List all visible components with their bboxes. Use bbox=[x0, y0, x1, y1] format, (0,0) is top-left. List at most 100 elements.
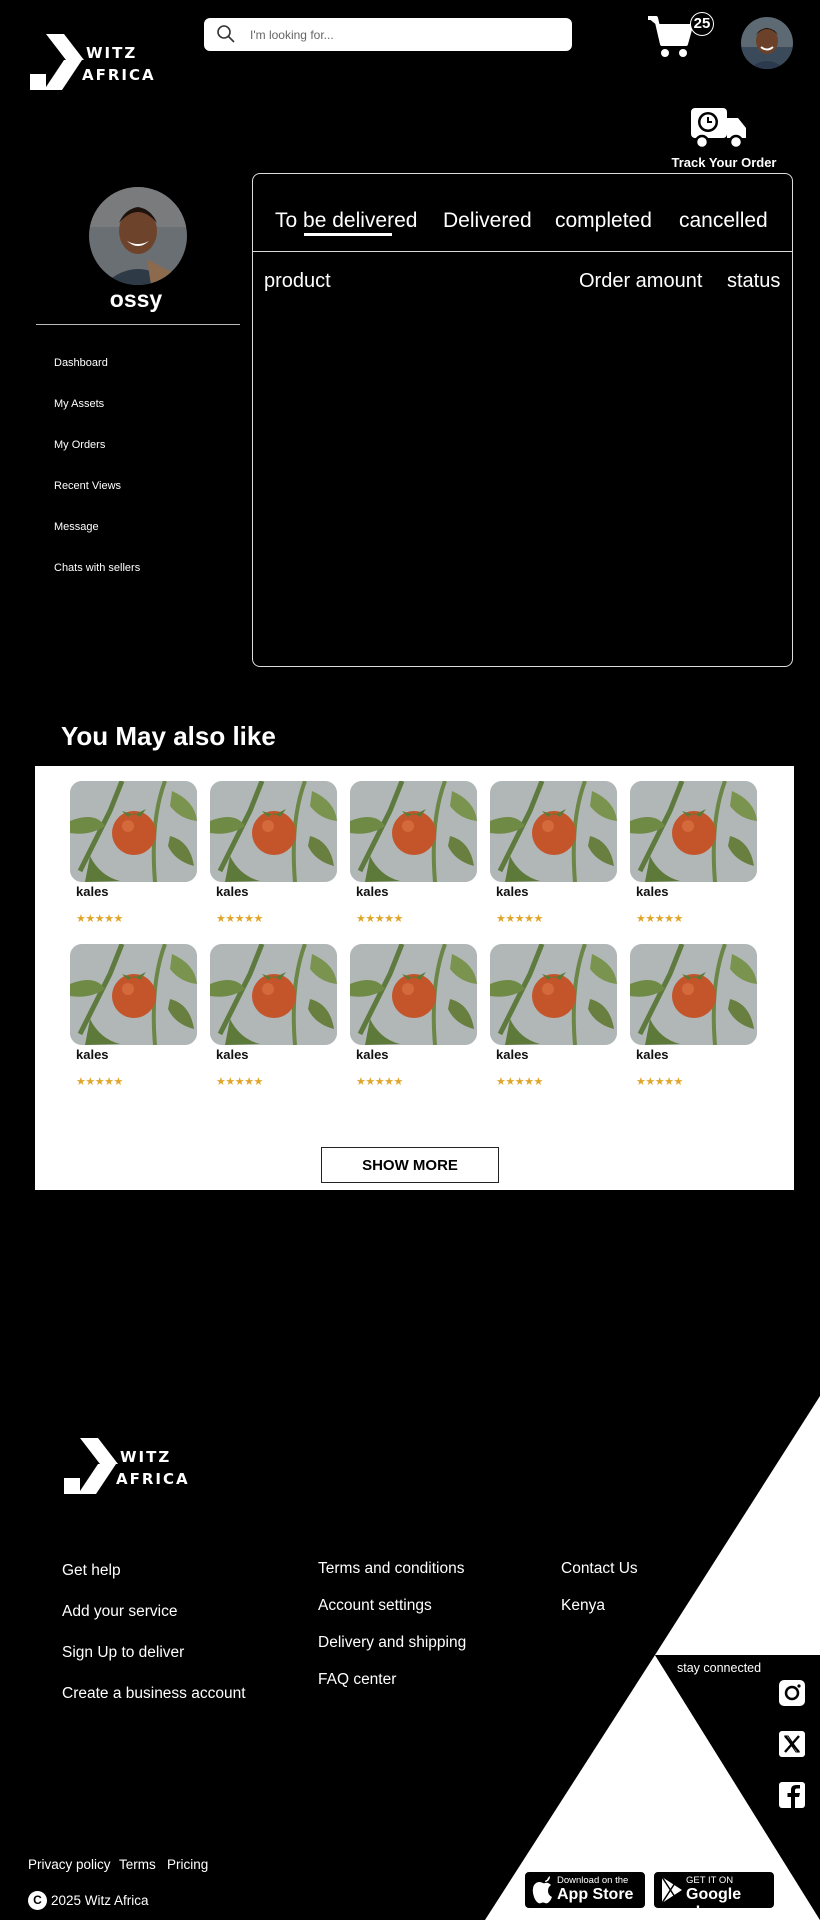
product-card[interactable]: kales ★★★★★ bbox=[70, 944, 197, 1094]
copyright-text: 2025 Witz Africa bbox=[51, 1893, 149, 1908]
product-image[interactable] bbox=[210, 781, 337, 882]
product-card[interactable]: kales ★★★★★ bbox=[490, 944, 617, 1094]
google-play-small-text: GET IT ON bbox=[686, 1875, 734, 1886]
sidebar-item-chats-with-sellers[interactable]: Chats with sellers bbox=[54, 562, 140, 574]
product-name[interactable]: kales bbox=[636, 884, 669, 899]
tab-delivered[interactable]: Delivered bbox=[443, 209, 532, 233]
product-name[interactable]: kales bbox=[496, 884, 529, 899]
rating-stars-icon: ★★★★★ bbox=[76, 913, 123, 925]
brand-name-top: WITZ bbox=[120, 1448, 172, 1466]
google-play-button[interactable]: GET IT ON Google play bbox=[653, 1871, 775, 1920]
product-image[interactable] bbox=[350, 944, 477, 1045]
tab-cancelled[interactable]: cancelled bbox=[679, 209, 768, 233]
user-avatar[interactable] bbox=[741, 17, 793, 69]
x-icon[interactable] bbox=[778, 1730, 806, 1758]
product-name[interactable]: kales bbox=[496, 1047, 529, 1062]
product-image[interactable] bbox=[70, 944, 197, 1045]
instagram-icon[interactable] bbox=[778, 1679, 806, 1707]
search-input[interactable] bbox=[250, 18, 560, 51]
tab-completed[interactable]: completed bbox=[555, 209, 652, 233]
avatar-photo bbox=[741, 17, 793, 69]
apple-icon bbox=[532, 1876, 552, 1904]
brand-name-bottom: AFRICA bbox=[82, 66, 156, 84]
copyright: C 2025 Witz Africa bbox=[28, 1891, 149, 1910]
product-name[interactable]: kales bbox=[76, 1047, 109, 1062]
orders-panel: To be delivered Delivered completed canc… bbox=[252, 173, 793, 667]
facebook-icon[interactable] bbox=[778, 1781, 806, 1809]
rating-stars-icon: ★★★★★ bbox=[636, 913, 683, 925]
sidebar-item-message[interactable]: Message bbox=[54, 521, 99, 533]
product-card[interactable]: kales ★★★★★ bbox=[630, 944, 757, 1094]
footer-link-account-settings[interactable]: Account settings bbox=[318, 1597, 432, 1615]
product-card[interactable]: kales ★★★★★ bbox=[210, 781, 337, 931]
brand-mark-icon bbox=[64, 1438, 118, 1494]
product-name[interactable]: kales bbox=[636, 1047, 669, 1062]
orders-header-divider bbox=[253, 251, 792, 252]
product-name[interactable]: kales bbox=[216, 884, 249, 899]
rating-stars-icon: ★★★★★ bbox=[356, 1076, 403, 1088]
stay-connected-label: stay connected bbox=[677, 1661, 762, 1675]
show-more-button[interactable]: SHOW MORE bbox=[321, 1147, 499, 1183]
header-logo[interactable]: WITZ AFRICA bbox=[28, 32, 154, 92]
product-image[interactable] bbox=[490, 944, 617, 1045]
footer-link-delivery-and-shipping[interactable]: Delivery and shipping bbox=[318, 1634, 466, 1652]
product-image[interactable] bbox=[490, 781, 617, 882]
product-card[interactable]: kales ★★★★★ bbox=[210, 944, 337, 1094]
product-card[interactable]: kales ★★★★★ bbox=[350, 944, 477, 1094]
footer-link-faq-center[interactable]: FAQ center bbox=[318, 1671, 396, 1689]
copyright-icon: C bbox=[28, 1891, 47, 1910]
rating-stars-icon: ★★★★★ bbox=[496, 913, 543, 925]
product-image[interactable] bbox=[630, 781, 757, 882]
track-order-button[interactable]: Track Your Order bbox=[664, 104, 784, 174]
product-name[interactable]: kales bbox=[356, 1047, 389, 1062]
google-play-icon bbox=[661, 1876, 682, 1904]
google-play-big-text: Google play bbox=[686, 1886, 742, 1920]
footer-link-create-business-account[interactable]: Create a business account bbox=[62, 1685, 246, 1703]
footer-link-pricing[interactable]: Pricing bbox=[167, 1857, 208, 1872]
sidebar-item-recent-views[interactable]: Recent Views bbox=[54, 480, 121, 492]
profile-avatar bbox=[89, 187, 187, 285]
sidebar-item-my-orders[interactable]: My Orders bbox=[54, 439, 105, 451]
rating-stars-icon: ★★★★★ bbox=[216, 913, 263, 925]
delivery-truck-icon bbox=[691, 108, 746, 150]
rating-stars-icon: ★★★★★ bbox=[76, 1076, 123, 1088]
product-image[interactable] bbox=[350, 781, 477, 882]
tab-to-be-delivered[interactable]: To be delivered bbox=[275, 209, 417, 233]
app-store-button[interactable]: Download on the App Store bbox=[524, 1871, 646, 1909]
product-image[interactable] bbox=[70, 781, 197, 882]
app-store-small-text: Download on the bbox=[557, 1875, 629, 1886]
rating-stars-icon: ★★★★★ bbox=[216, 1076, 263, 1088]
footer-link-terms[interactable]: Terms bbox=[119, 1857, 156, 1872]
sidebar-item-my-assets[interactable]: My Assets bbox=[54, 398, 104, 410]
product-name[interactable]: kales bbox=[76, 884, 109, 899]
product-name[interactable]: kales bbox=[356, 884, 389, 899]
sidebar-item-dashboard[interactable]: Dashboard bbox=[54, 357, 108, 369]
product-image[interactable] bbox=[630, 944, 757, 1045]
product-image[interactable] bbox=[210, 944, 337, 1045]
sidebar-divider bbox=[36, 324, 240, 325]
product-card[interactable]: kales ★★★★★ bbox=[630, 781, 757, 931]
product-card[interactable]: kales ★★★★★ bbox=[350, 781, 477, 931]
footer-link-kenya[interactable]: Kenya bbox=[561, 1597, 605, 1615]
footer-link-contact-us[interactable]: Contact Us bbox=[561, 1560, 638, 1578]
footer-logo[interactable]: WITZ AFRICA bbox=[62, 1436, 192, 1496]
footer-link-add-your-service[interactable]: Add your service bbox=[62, 1603, 177, 1621]
cart-icon bbox=[648, 16, 693, 57]
product-name[interactable]: kales bbox=[216, 1047, 249, 1062]
footer-link-privacy-policy[interactable]: Privacy policy bbox=[28, 1857, 111, 1872]
rating-stars-icon: ★★★★★ bbox=[356, 913, 403, 925]
footer-link-sign-up-to-deliver[interactable]: Sign Up to deliver bbox=[62, 1644, 184, 1662]
footer-link-terms-and-conditions[interactable]: Terms and conditions bbox=[318, 1560, 464, 1578]
column-header-product: product bbox=[264, 270, 331, 292]
brand-name-top: WITZ bbox=[86, 44, 138, 62]
search-icon[interactable] bbox=[216, 24, 236, 44]
rating-stars-icon: ★★★★★ bbox=[636, 1076, 683, 1088]
app-store-big-text: App Store bbox=[557, 1886, 634, 1903]
rating-stars-icon: ★★★★★ bbox=[496, 1076, 543, 1088]
cart-count-badge: 25 bbox=[690, 12, 714, 36]
search-bar[interactable] bbox=[204, 18, 572, 51]
footer-link-get-help[interactable]: Get help bbox=[62, 1562, 121, 1580]
product-card[interactable]: kales ★★★★★ bbox=[70, 781, 197, 931]
product-card[interactable]: kales ★★★★★ bbox=[490, 781, 617, 931]
cart-button[interactable]: 25 bbox=[646, 12, 714, 60]
